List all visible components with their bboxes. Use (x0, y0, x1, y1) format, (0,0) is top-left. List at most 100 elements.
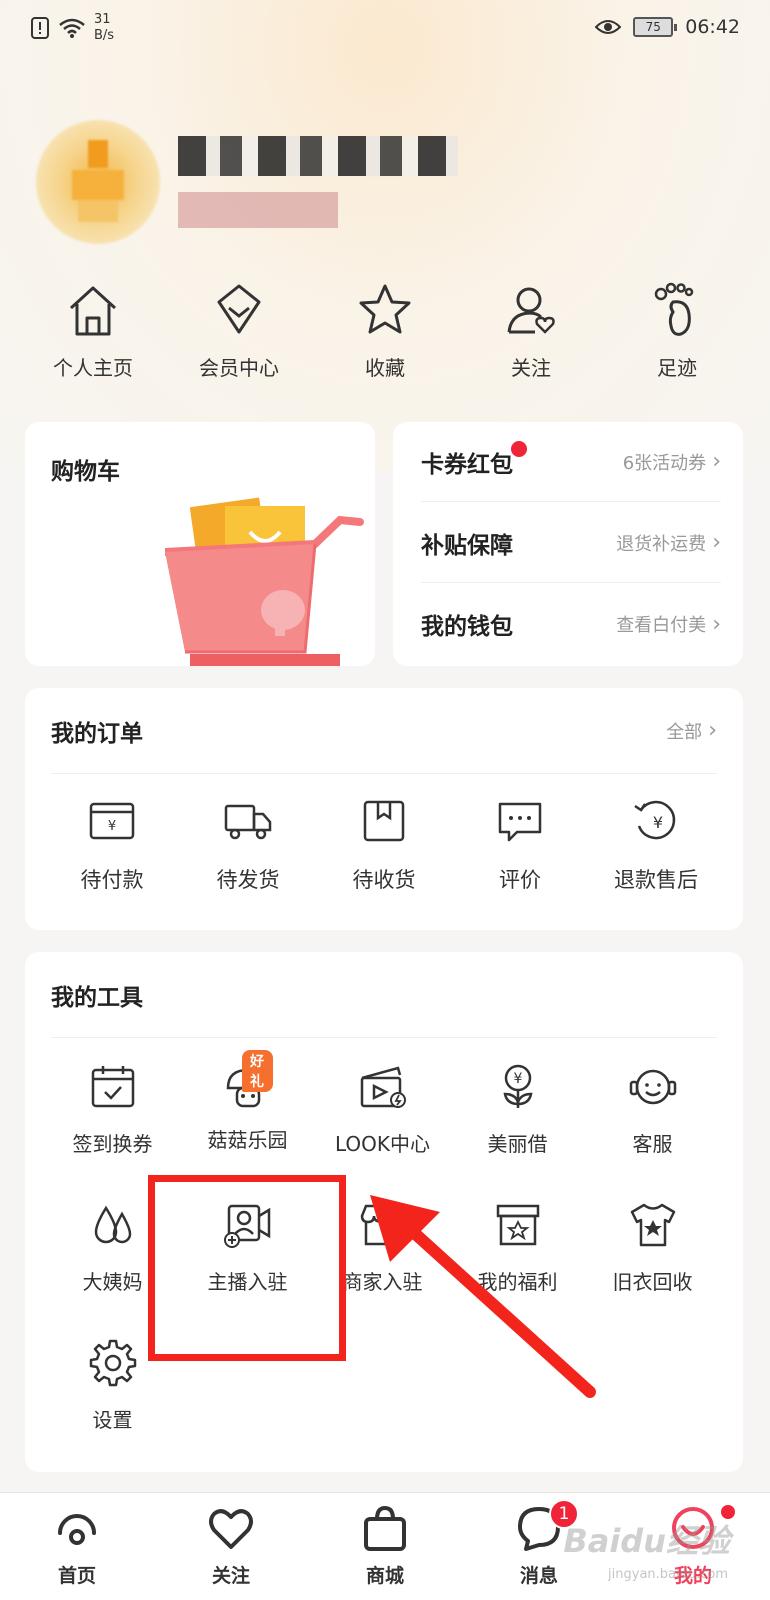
tool-label: 美丽借 (487, 1132, 548, 1156)
orders-header: 我的订单 全部 › (51, 688, 717, 774)
svg-text:¥: ¥ (513, 1071, 522, 1087)
order-label: 待收货 (352, 868, 416, 892)
order-label: 退款售后 (614, 868, 698, 892)
eye-icon (595, 20, 622, 34)
tool-beauty-loan[interactable]: ¥ 美丽借 (450, 1062, 585, 1200)
notification-dot (511, 440, 527, 457)
coupon-hint: 6张活动券 › (623, 449, 721, 475)
order-review[interactable]: 评价 (453, 796, 587, 894)
tool-label: 客服 (632, 1132, 673, 1156)
clock: 06:42 (685, 16, 740, 38)
quick-nav-home[interactable]: 个人主页 (28, 280, 158, 381)
order-pending-payment[interactable]: ¥ 待付款 (45, 796, 179, 894)
person-heart-icon (507, 287, 555, 334)
chevron-right-icon: › (712, 449, 721, 474)
nav-mall[interactable]: 商城 (315, 1503, 455, 1600)
my-wallet-row[interactable]: 我的钱包 查看白付美 › (421, 584, 721, 664)
nav-follow[interactable]: 关注 (161, 1503, 301, 1600)
calendar-check-icon (91, 1066, 134, 1108)
quick-nav-follow[interactable]: 关注 (466, 280, 596, 381)
avatar[interactable] (36, 120, 160, 244)
order-status-row: ¥ 待付款 待发货 待收货 评价 ¥ 退款售后 (45, 796, 723, 894)
status-left: 31 B/s (30, 12, 114, 44)
my-wallet-title: 我的钱包 (421, 614, 513, 640)
wallet-icon: ¥ (89, 802, 135, 840)
tool-label: 旧衣回收 (612, 1270, 693, 1294)
orders-view-all[interactable]: 全部 › (666, 718, 717, 744)
nav-label: 首页 (57, 1565, 96, 1587)
quick-nav-label: 收藏 (365, 356, 405, 380)
mushroom-icon-wrap: 好礼 (223, 1050, 273, 1112)
chevron-right-icon: › (708, 718, 717, 743)
my-orders-card: 我的订单 全部 › ¥ 待付款 待发货 待收货 评价 ¥ 退款售后 (25, 688, 743, 930)
orders-view-all-text: 全部 (666, 721, 703, 743)
quick-nav: 个人主页 会员中心 收藏 关注 足迹 (0, 280, 770, 381)
order-label: 评价 (499, 868, 541, 892)
yen-flower-icon: ¥ (502, 1064, 533, 1108)
subsidy-hint-text: 退货补运费 (616, 533, 707, 555)
coupon-title: 卡券红包 (421, 440, 527, 479)
home-icon (69, 286, 117, 336)
subsidy-hint: 退货补运费 › (616, 530, 721, 556)
order-pending-shipment[interactable]: 待发货 (181, 796, 315, 894)
username-blurred (178, 136, 458, 176)
diamond-icon (217, 284, 261, 334)
comment-icon (498, 802, 542, 842)
battery-indicator: 75 (633, 17, 678, 37)
coupon-title-text: 卡券红包 (421, 451, 513, 478)
order-label: 待付款 (80, 868, 144, 892)
order-refund[interactable]: ¥ 退款售后 (589, 796, 723, 894)
orders-title: 我的订单 (51, 720, 143, 747)
coupon-row[interactable]: 卡券红包 6张活动券 › (421, 422, 721, 502)
shopping-cart-illustration (165, 497, 364, 666)
tool-clothes-recycle[interactable]: 旧衣回收 (585, 1200, 720, 1338)
chevron-right-icon: › (712, 611, 721, 637)
cart-title: 购物车 (51, 459, 120, 485)
my-wallet-hint-text: 查看白付美 (616, 615, 707, 636)
user-subtitle-blurred (178, 192, 338, 228)
quick-nav-label: 会员中心 (199, 356, 279, 380)
subsidy-row[interactable]: 补贴保障 退货补运费 › (421, 503, 721, 583)
arrow-annotation-icon (370, 1195, 596, 1398)
order-pending-receipt[interactable]: 待收货 (317, 796, 451, 894)
tshirt-star-icon (630, 1203, 675, 1247)
bag-icon (364, 1505, 406, 1551)
speed-unit: B/s (94, 28, 115, 43)
quick-nav-footprint[interactable]: 足迹 (612, 280, 742, 381)
heart-icon (209, 1509, 253, 1549)
tool-label: LOOK中心 (334, 1132, 431, 1156)
watermark: Baidu经验 (563, 1522, 730, 1560)
quick-nav-favorites[interactable]: 收藏 (320, 280, 450, 381)
nav-label: 商城 (365, 1565, 404, 1587)
chevron-right-icon: › (712, 530, 721, 555)
shopping-cart-card[interactable]: 购物车 (25, 422, 375, 666)
subsidy-title: 补贴保障 (421, 532, 513, 559)
home-swirl-icon (58, 1514, 96, 1545)
tools-header: 我的工具 (51, 952, 717, 1038)
watermark-url: jingyan.baidu.com (608, 1567, 728, 1582)
status-right: 75 06:42 (595, 16, 740, 38)
my-wallet-hint: 查看白付美 › (616, 611, 721, 637)
nav-home[interactable]: 首页 (7, 1503, 147, 1600)
refund-icon: ¥ (634, 800, 676, 840)
truck-icon (224, 804, 272, 840)
footprint-icon (654, 282, 694, 336)
gift-badge: 好礼 (241, 1050, 273, 1092)
status-bar: 31 B/s 75 06:42 (0, 0, 770, 60)
sim-alert-icon (31, 17, 49, 39)
tools-title: 我的工具 (51, 984, 143, 1011)
order-label: 待发货 (216, 868, 280, 892)
headset-icon (629, 1069, 676, 1105)
quick-nav-label: 关注 (511, 356, 551, 380)
highlight-box (148, 1175, 346, 1361)
gear-icon (89, 1339, 136, 1387)
quick-nav-label: 足迹 (657, 356, 697, 380)
svg-text:¥: ¥ (653, 813, 663, 832)
quick-nav-label: 个人主页 (53, 356, 133, 380)
quick-nav-vip[interactable]: 会员中心 (174, 280, 304, 381)
nav-label: 消息 (519, 1565, 558, 1587)
tool-customer-service[interactable]: 客服 (585, 1062, 720, 1200)
tool-label: 签到换券 (72, 1132, 153, 1156)
drops-icon (94, 1205, 131, 1244)
svg-text:¥: ¥ (108, 819, 116, 834)
